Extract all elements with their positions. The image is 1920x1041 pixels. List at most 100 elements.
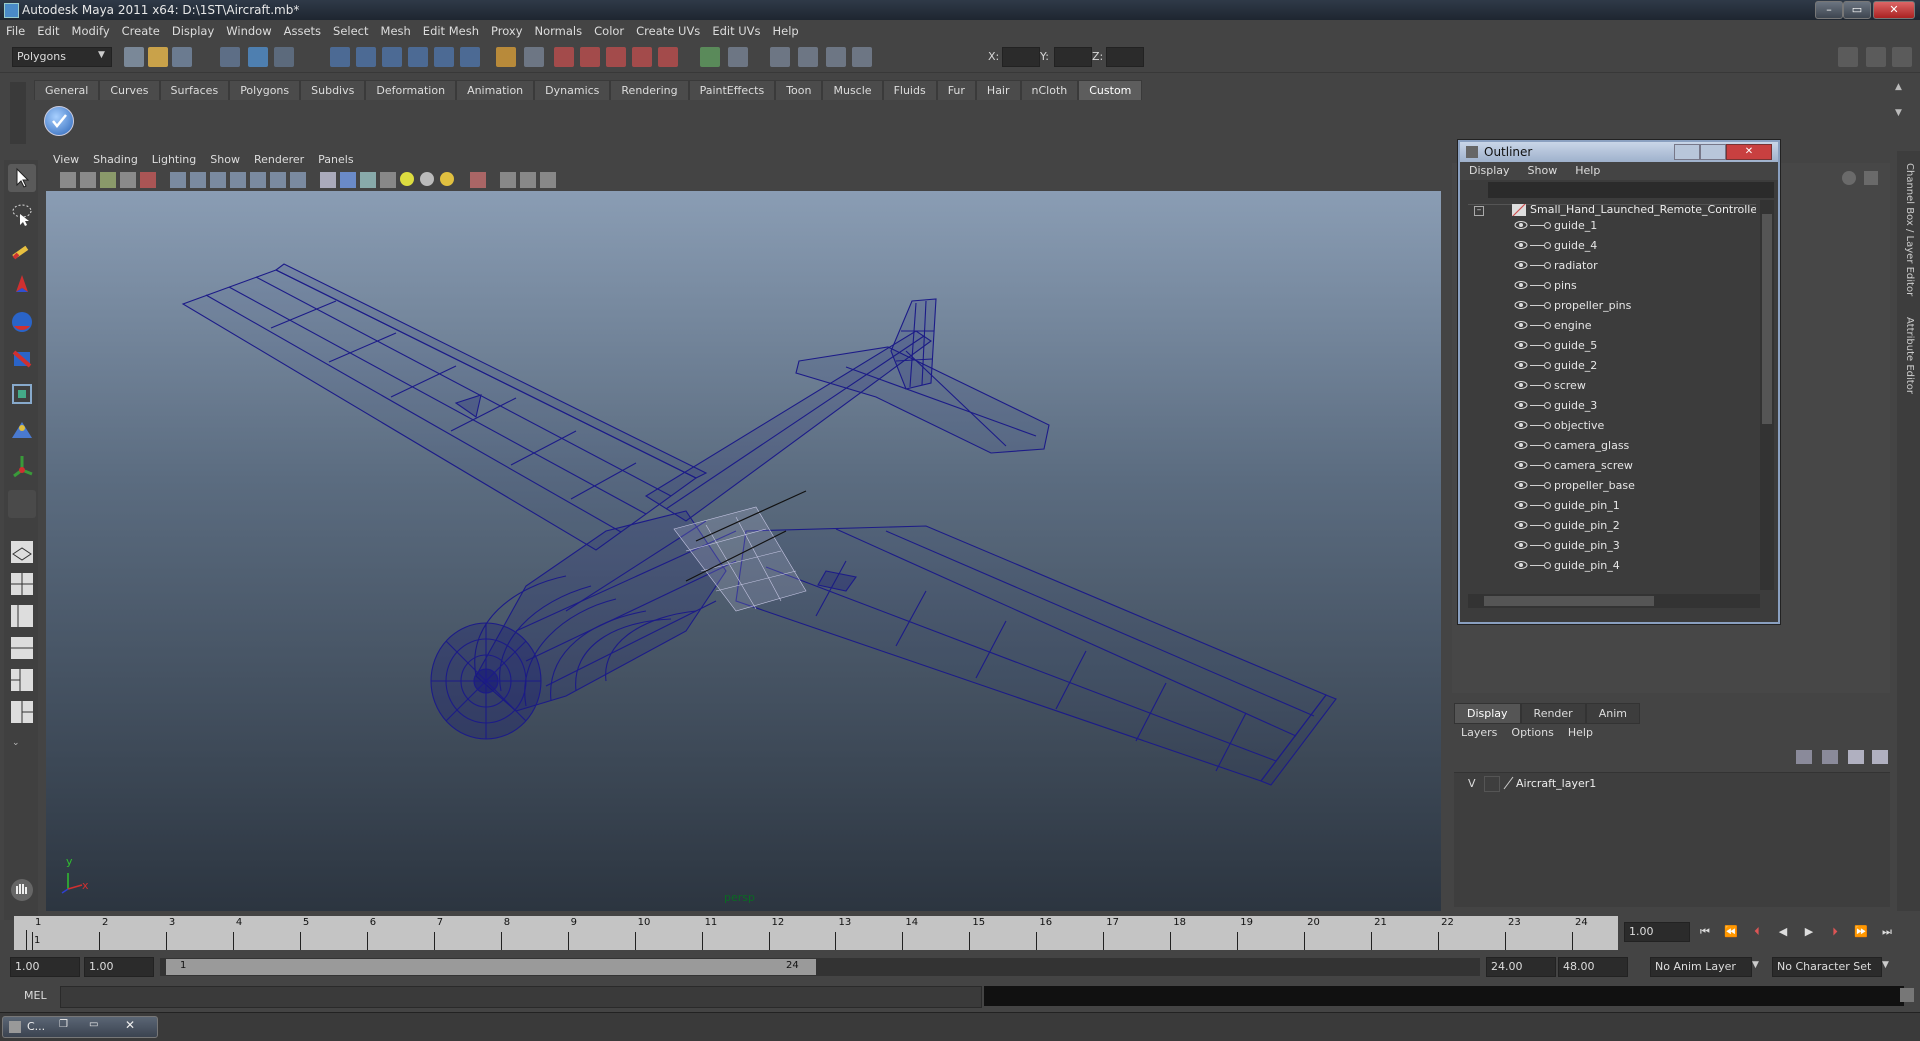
menu-edit-mesh[interactable]: Edit Mesh bbox=[417, 20, 485, 38]
shelf-tab-general[interactable]: General bbox=[34, 80, 100, 101]
anim-layer-dropdown-icon[interactable]: ▼ bbox=[1752, 960, 1759, 970]
shelf-tab-fluids[interactable]: Fluids bbox=[882, 80, 937, 101]
menu-select[interactable]: Select bbox=[327, 20, 374, 38]
outliner-titlebar[interactable]: Outliner ✕ bbox=[1460, 142, 1778, 162]
command-language-label[interactable]: MEL bbox=[24, 989, 47, 1002]
maximize-icon[interactable]: ▭ bbox=[89, 1019, 98, 1030]
menu-edit-uvs[interactable]: Edit UVs bbox=[706, 20, 766, 38]
outliner-close-icon[interactable]: ✕ bbox=[1726, 144, 1772, 160]
hypershade-layout-icon[interactable] bbox=[8, 666, 36, 694]
menu-file[interactable]: File bbox=[0, 20, 31, 38]
shelf-menu-handle[interactable] bbox=[10, 82, 26, 144]
range-slider-handle[interactable]: 1 24 bbox=[166, 959, 816, 975]
layer-tab-render[interactable]: Render bbox=[1520, 703, 1586, 724]
transform-field-icon[interactable] bbox=[700, 47, 720, 67]
layer-menu-layers[interactable]: Layers bbox=[1454, 724, 1504, 741]
outliner-item[interactable]: guide_pin_2 bbox=[1468, 516, 1756, 536]
select-hierarchy-icon[interactable] bbox=[220, 47, 240, 67]
select-tool-icon[interactable] bbox=[8, 164, 36, 192]
layer-menu-help[interactable]: Help bbox=[1561, 724, 1600, 741]
channel-box-icon[interactable] bbox=[728, 47, 748, 67]
shelf-tab-fur[interactable]: Fur bbox=[936, 80, 976, 101]
bookmarks-icon[interactable] bbox=[100, 172, 116, 188]
gate-mask-icon[interactable] bbox=[230, 172, 246, 188]
wireframe-on-shaded-icon[interactable] bbox=[360, 172, 376, 188]
step-back-frame-icon[interactable]: ⏪ bbox=[1720, 922, 1742, 942]
z-field[interactable] bbox=[1106, 47, 1144, 67]
viewport-menu-show[interactable]: Show bbox=[203, 151, 247, 168]
outliner-item[interactable]: guide_pin_1 bbox=[1468, 496, 1756, 516]
persp-outliner-layout-icon[interactable] bbox=[8, 602, 36, 630]
shelf-tab-surfaces[interactable]: Surfaces bbox=[159, 80, 230, 101]
outliner-item[interactable]: guide_4 bbox=[1468, 236, 1756, 256]
x-field[interactable] bbox=[1002, 47, 1040, 67]
toolbox-more-icon[interactable]: ⌄ bbox=[12, 738, 32, 748]
mode-selector[interactable]: Polygons bbox=[12, 47, 112, 67]
outliner-filter-field[interactable] bbox=[1488, 182, 1774, 198]
outliner-maximize-button[interactable] bbox=[1700, 144, 1726, 160]
select-camera-icon[interactable] bbox=[60, 172, 76, 188]
hand-icon[interactable] bbox=[8, 876, 36, 904]
shelf-tab-rendering[interactable]: Rendering bbox=[610, 80, 689, 101]
viewport-menu-renderer[interactable]: Renderer bbox=[247, 151, 311, 168]
step-forward-key-icon[interactable]: ⏵ bbox=[1824, 922, 1846, 942]
minimized-window-tab[interactable]: C... ❐ ▭ ✕ bbox=[2, 1016, 158, 1038]
menu-window[interactable]: Window bbox=[220, 20, 277, 38]
select-object-icon[interactable] bbox=[248, 47, 268, 67]
layer-menu-options[interactable]: Options bbox=[1504, 724, 1560, 741]
animation-start-field[interactable]: 1.00 bbox=[10, 957, 80, 977]
animation-end-field[interactable]: 48.00 bbox=[1558, 957, 1628, 977]
menu-create-uvs[interactable]: Create UVs bbox=[630, 20, 706, 38]
safe-action-icon[interactable] bbox=[270, 172, 286, 188]
outliner-item[interactable]: engine bbox=[1468, 316, 1756, 336]
shelf-tab-dynamics[interactable]: Dynamics bbox=[534, 80, 611, 101]
channel-box-option-icon[interactable] bbox=[1842, 171, 1856, 185]
shadows-icon[interactable] bbox=[440, 172, 454, 186]
viewport-menu-view[interactable]: View bbox=[46, 151, 86, 168]
menu-display[interactable]: Display bbox=[166, 20, 220, 38]
image-plane-icon[interactable] bbox=[120, 172, 136, 188]
all-lights-icon[interactable] bbox=[420, 172, 434, 186]
snap-view-icon[interactable] bbox=[460, 47, 480, 67]
four-view-layout-icon[interactable] bbox=[8, 570, 36, 598]
move-layer-down-icon[interactable] bbox=[1822, 750, 1838, 764]
shelf-scroll-up-icon[interactable]: ▲ bbox=[1895, 82, 1909, 94]
restore-icon[interactable]: ❐ bbox=[59, 1019, 68, 1030]
show-hide-panel-icon[interactable] bbox=[1838, 47, 1858, 67]
shelf-tab-muscle[interactable]: Muscle bbox=[822, 80, 883, 101]
lasso-tool-icon[interactable] bbox=[8, 200, 36, 228]
aircraft-wireframe[interactable] bbox=[46, 191, 1441, 911]
current-time-marker[interactable] bbox=[26, 930, 27, 950]
new-scene-icon[interactable] bbox=[124, 47, 144, 67]
persp-uv-layout-icon[interactable] bbox=[8, 698, 36, 726]
maximize-button[interactable]: ▭ bbox=[1843, 1, 1871, 19]
attribute-editor-icon[interactable] bbox=[770, 47, 790, 67]
render-settings-icon[interactable] bbox=[632, 47, 652, 67]
viewport-menu-panels[interactable]: Panels bbox=[311, 151, 360, 168]
move-tool-icon[interactable] bbox=[8, 272, 36, 300]
numeric-input-icon[interactable] bbox=[852, 47, 872, 67]
persp-graph-layout-icon[interactable] bbox=[8, 634, 36, 662]
scale-tool-icon[interactable] bbox=[8, 344, 36, 372]
rotate-tool-icon[interactable] bbox=[8, 308, 36, 336]
snap-plane-icon[interactable] bbox=[408, 47, 428, 67]
go-to-start-icon[interactable]: ⏮ bbox=[1694, 922, 1716, 942]
camera-attributes-icon[interactable] bbox=[80, 172, 96, 188]
layer-visibility-toggle[interactable]: V bbox=[1468, 777, 1476, 790]
channel-box-toggle-icon[interactable] bbox=[1892, 47, 1912, 67]
field-chart-icon[interactable] bbox=[250, 172, 266, 188]
snap-live-icon[interactable] bbox=[434, 47, 454, 67]
safe-title-icon[interactable] bbox=[290, 172, 306, 188]
outliner-minimize-button[interactable] bbox=[1674, 144, 1700, 160]
soft-mod-tool-icon[interactable] bbox=[8, 416, 36, 444]
outliner-item[interactable]: pins bbox=[1468, 276, 1756, 296]
shelf-tab-curves[interactable]: Curves bbox=[99, 80, 160, 101]
go-to-end-icon[interactable]: ⏭ bbox=[1876, 922, 1898, 942]
xray-icon[interactable] bbox=[500, 172, 516, 188]
channel-box-side-tab[interactable]: Channel Box / Layer Editor bbox=[1901, 163, 1915, 303]
shelf-tab-animation[interactable]: Animation bbox=[456, 80, 535, 101]
default-light-icon[interactable] bbox=[400, 172, 414, 186]
shelf-scroll-down-icon[interactable]: ▼ bbox=[1895, 108, 1909, 120]
outliner-item[interactable]: camera_glass bbox=[1468, 436, 1756, 456]
shelf-tab-ncloth[interactable]: nCloth bbox=[1020, 80, 1079, 101]
